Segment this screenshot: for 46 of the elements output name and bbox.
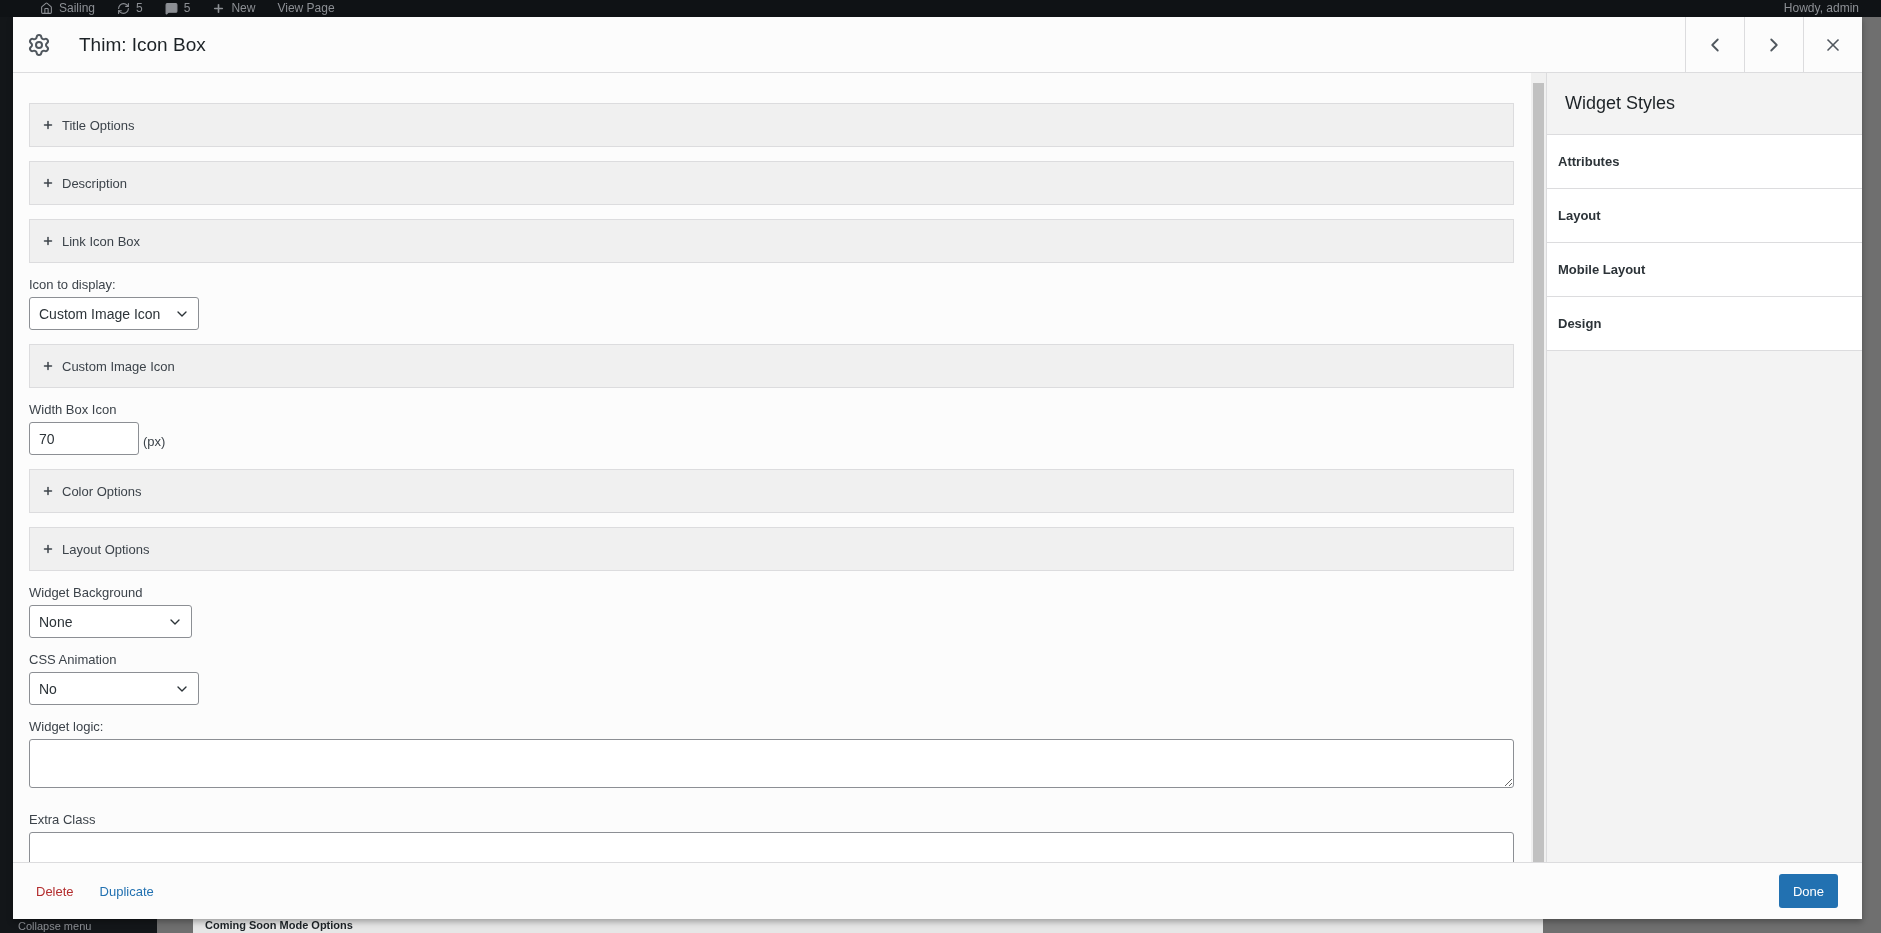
comment-icon <box>164 1 178 15</box>
admin-bar-item[interactable]: 5 <box>164 1 191 15</box>
text-area[interactable] <box>29 739 1514 788</box>
settings-icon <box>27 32 51 57</box>
delete-link[interactable]: Delete <box>36 883 74 899</box>
select-field[interactable]: Custom Image Icon <box>29 297 199 330</box>
text-field[interactable] <box>29 832 1514 862</box>
select-field[interactable]: No <box>29 672 199 705</box>
collapse-menu-link[interactable]: Collapse menu <box>18 920 157 933</box>
plus-icon <box>42 360 54 372</box>
admin-bar-item[interactable]: View Page <box>277 1 335 15</box>
accordion-section[interactable]: Title Options <box>29 103 1514 147</box>
plus-icon <box>42 119 54 131</box>
plus-icon <box>42 543 54 555</box>
plus-icon <box>42 235 54 247</box>
field-label: Width Box Icon <box>29 402 118 417</box>
panel-title: Coming Soon Mode Options <box>193 919 1543 933</box>
admin-bar-item[interactable]: Sailing <box>40 1 96 15</box>
style-section[interactable]: Mobile Layout <box>1547 243 1862 297</box>
field-label: Widget logic: <box>29 719 105 734</box>
unit-label: (px) <box>143 434 166 449</box>
accordion-section[interactable]: Layout Options <box>29 527 1514 571</box>
accordion-section[interactable]: Color Options <box>29 469 1514 513</box>
greeting[interactable]: Howdy, admin <box>1783 1 1859 15</box>
duplicate-link[interactable]: Duplicate <box>99 883 154 899</box>
home-icon <box>40 1 53 15</box>
field-label: Icon to display: <box>29 277 117 292</box>
refresh-icon <box>117 1 131 15</box>
accordion-section[interactable]: Description <box>29 161 1514 205</box>
admin-bar-item[interactable]: 5 <box>117 1 143 15</box>
accordion-section[interactable]: Link Icon Box <box>29 219 1514 263</box>
style-section[interactable]: Attributes <box>1547 135 1862 189</box>
select-field[interactable]: None <box>29 605 192 638</box>
style-section[interactable]: Design <box>1547 297 1862 351</box>
accordion-section[interactable]: Custom Image Icon <box>29 344 1514 388</box>
plus-icon <box>212 1 226 15</box>
plus-icon <box>42 485 54 497</box>
admin-bar-item[interactable]: New <box>212 1 256 15</box>
field-label: Widget Background <box>29 585 144 600</box>
plus-icon <box>42 177 54 189</box>
dialog-title: Thim: Icon Box <box>79 33 206 56</box>
field-label: Extra Class <box>29 812 97 827</box>
style-section[interactable]: Layout <box>1547 189 1862 243</box>
number-field[interactable]: 70 <box>29 422 139 455</box>
done-button[interactable]: Done <box>1778 874 1838 908</box>
field-label: CSS Animation <box>29 652 118 667</box>
